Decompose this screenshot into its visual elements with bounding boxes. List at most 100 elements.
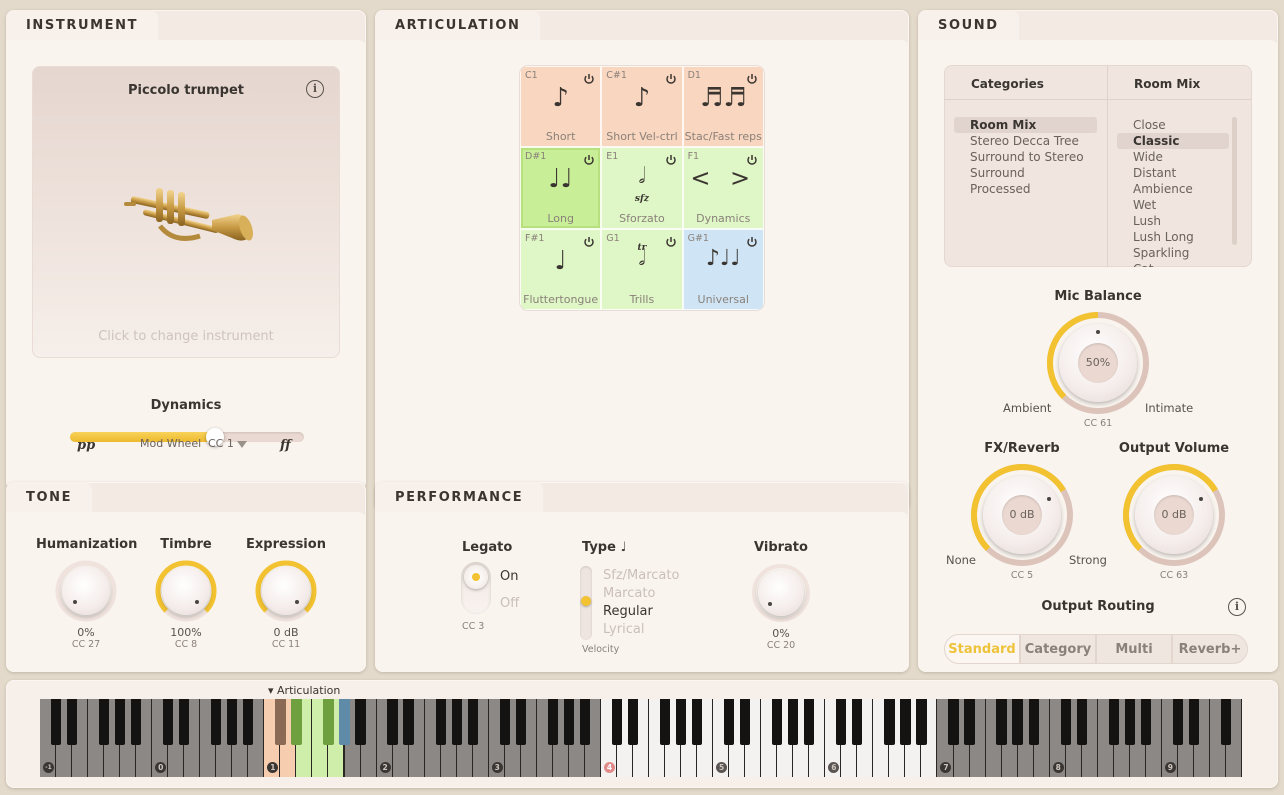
black-key[interactable] <box>451 699 462 745</box>
category-item[interactable]: Surround to Stereo <box>954 149 1097 165</box>
type-selector-thumb[interactable] <box>581 596 591 606</box>
black-key[interactable] <box>579 699 591 745</box>
black-key[interactable] <box>1060 699 1071 745</box>
black-key[interactable] <box>179 699 190 745</box>
black-key[interactable] <box>1124 699 1135 745</box>
routing-option[interactable]: Reverb+ <box>1172 634 1248 664</box>
mic-balance-knob[interactable]: 50% <box>1047 312 1149 414</box>
black-key[interactable] <box>291 699 302 745</box>
routing-option[interactable]: Multi <box>1096 634 1172 664</box>
black-key[interactable] <box>1076 699 1087 745</box>
type-option[interactable]: Lyrical <box>603 622 644 637</box>
black-key[interactable] <box>964 699 975 745</box>
tone-2-knob[interactable] <box>255 560 317 622</box>
piano-keyboard[interactable]: -1 0 1 2 3 4 5 6 7 8 9 <box>40 699 1242 777</box>
black-key[interactable] <box>387 699 398 745</box>
black-key[interactable] <box>339 699 350 745</box>
type-selector-track[interactable] <box>580 566 592 640</box>
black-key[interactable] <box>1220 699 1232 745</box>
power-icon[interactable] <box>665 151 677 166</box>
room-mix-item[interactable]: Cat... <box>1117 261 1229 267</box>
articulation-cell[interactable]: E1 𝅗𝅥 sfz Sforzato <box>601 147 683 229</box>
power-icon[interactable] <box>746 233 758 247</box>
type-option[interactable]: Regular <box>603 604 653 619</box>
black-key[interactable] <box>724 699 735 745</box>
power-icon[interactable] <box>665 70 677 84</box>
black-key[interactable] <box>66 699 78 745</box>
power-icon[interactable] <box>746 151 758 166</box>
routing-option[interactable]: Standard <box>944 634 1020 664</box>
black-key[interactable] <box>547 699 558 745</box>
room-mix-item[interactable]: Wide <box>1117 149 1229 165</box>
legato-on-label[interactable]: On <box>500 569 518 584</box>
black-key[interactable] <box>804 699 815 745</box>
black-key[interactable] <box>916 699 927 745</box>
room-mix-item[interactable]: Ambience <box>1117 181 1229 197</box>
power-icon[interactable] <box>746 70 758 84</box>
category-item[interactable]: Processed <box>954 181 1097 197</box>
black-key[interactable] <box>611 699 623 745</box>
room-mix-item[interactable]: Wet <box>1117 197 1229 213</box>
black-key[interactable] <box>98 699 110 745</box>
black-key[interactable] <box>627 699 639 745</box>
power-icon[interactable] <box>583 70 595 84</box>
power-icon[interactable] <box>583 151 595 166</box>
articulation-cell[interactable]: C#1 ♪ Short Vel-ctrl <box>601 66 683 148</box>
black-key[interactable] <box>788 699 799 745</box>
articulation-cell[interactable]: F#1 ♩ Fluttertongue <box>520 228 602 310</box>
black-key[interactable] <box>852 699 863 745</box>
black-key[interactable] <box>563 699 574 745</box>
black-key[interactable] <box>355 699 366 745</box>
dynamics-cc-select[interactable]: CC 1 <box>208 437 247 450</box>
fx-reverb-knob[interactable]: 0 dB <box>971 464 1073 566</box>
black-key[interactable] <box>691 699 703 745</box>
black-key[interactable] <box>836 699 847 745</box>
black-key[interactable] <box>900 699 911 745</box>
black-key[interactable] <box>115 699 126 745</box>
legato-switch[interactable] <box>461 562 491 614</box>
black-key[interactable] <box>1108 699 1119 745</box>
black-key[interactable] <box>323 699 334 745</box>
black-key[interactable] <box>1012 699 1023 745</box>
black-key[interactable] <box>1188 699 1200 745</box>
articulation-cell[interactable]: G#1 ♪♩♩ Universal <box>682 228 764 310</box>
black-key[interactable] <box>211 699 222 745</box>
category-item[interactable]: Room Mix <box>954 117 1097 133</box>
black-key[interactable] <box>948 699 959 745</box>
room-mix-item[interactable]: Sparkling <box>1117 245 1229 261</box>
category-item[interactable]: Stereo Decca Tree <box>954 133 1097 149</box>
room-mix-scrollbar[interactable] <box>1232 117 1237 245</box>
black-key[interactable] <box>740 699 751 745</box>
articulation-cell[interactable]: G1 𝅗𝅥 tr Trills <box>601 228 683 310</box>
black-key[interactable] <box>227 699 238 745</box>
room-mix-item[interactable]: Lush Long <box>1117 229 1229 245</box>
black-key[interactable] <box>996 699 1007 745</box>
articulation-cell[interactable]: D#1 ♩♩ Long <box>520 147 602 229</box>
type-option[interactable]: Marcato <box>603 586 655 601</box>
legato-off-label[interactable]: Off <box>500 596 519 611</box>
black-key[interactable] <box>275 699 286 745</box>
routing-option[interactable]: Category <box>1020 634 1096 664</box>
black-key[interactable] <box>675 699 687 745</box>
output-volume-knob[interactable]: 0 dB <box>1123 464 1225 566</box>
articulation-cell[interactable]: F1 < > Dynamics <box>682 147 764 229</box>
info-icon[interactable]: i <box>306 80 324 98</box>
power-icon[interactable] <box>583 233 595 247</box>
black-key[interactable] <box>163 699 174 745</box>
black-key[interactable] <box>403 699 414 745</box>
category-item[interactable]: Surround <box>954 165 1097 181</box>
type-option[interactable]: Sfz/Marcato <box>603 568 679 583</box>
black-key[interactable] <box>131 699 142 745</box>
black-key[interactable] <box>1172 699 1183 745</box>
black-key[interactable] <box>50 699 62 745</box>
tone-1-knob[interactable] <box>155 560 217 622</box>
articulation-cell[interactable]: C1 ♪ Short <box>520 66 602 148</box>
black-key[interactable] <box>884 699 895 745</box>
instrument-selector[interactable]: Piccolo trumpet i Click to change instru… <box>32 66 340 358</box>
black-key[interactable] <box>435 699 446 745</box>
black-key[interactable] <box>1028 699 1039 745</box>
articulation-cell[interactable]: D1 ♬♬ Stac/Fast reps <box>682 66 764 148</box>
tone-0-knob[interactable] <box>55 560 117 622</box>
black-key[interactable] <box>659 699 671 745</box>
room-mix-item[interactable]: Close <box>1117 117 1229 133</box>
